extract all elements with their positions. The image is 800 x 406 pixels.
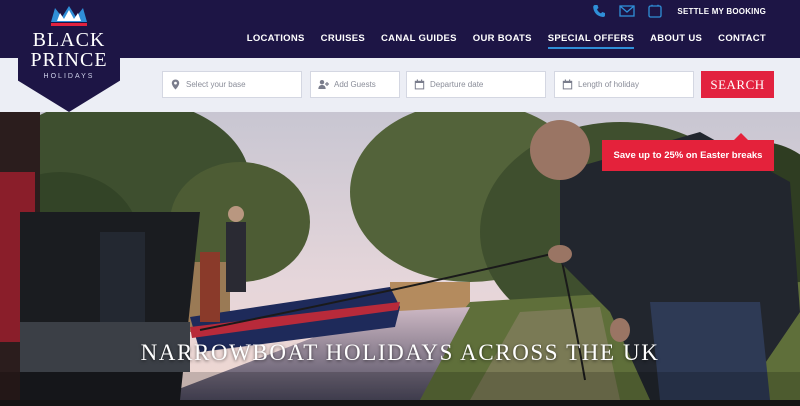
bottom-edge xyxy=(0,400,800,406)
brand-name-line2: PRINCE xyxy=(30,49,108,71)
utility-bar: SETTLE MY BOOKING xyxy=(591,3,766,19)
add-person-icon xyxy=(318,80,329,89)
nav-item-contact[interactable]: CONTACT xyxy=(718,33,766,49)
nav-item-our-boats[interactable]: OUR BOATS xyxy=(473,33,532,49)
base-input[interactable] xyxy=(186,80,286,89)
phone-icon[interactable] xyxy=(591,4,607,18)
calendar-icon xyxy=(562,79,573,90)
header: SETTLE MY BOOKING LOCATIONS CRUISES CANA… xyxy=(0,0,800,58)
booking-icon[interactable] xyxy=(647,4,663,18)
mail-icon[interactable] xyxy=(619,4,636,18)
nav-item-locations[interactable]: LOCATIONS xyxy=(247,33,305,49)
settle-my-booking-link[interactable]: SETTLE MY BOOKING xyxy=(677,7,766,16)
promo-badge[interactable]: Save up to 25% on Easter breaks xyxy=(602,133,774,171)
brand-tagline: HOLIDAYS xyxy=(43,73,95,80)
nav-item-special-offers[interactable]: SPECIAL OFFERS xyxy=(547,33,635,49)
hero-headline: NARROWBOAT HOLIDAYS ACROSS THE UK xyxy=(140,340,660,365)
search-button[interactable]: SEARCH xyxy=(701,71,774,98)
main-nav: LOCATIONS CRUISES CANAL GUIDES OUR BOATS… xyxy=(247,33,766,49)
guests-select[interactable] xyxy=(310,71,434,98)
booking-search-bar: SEARCH xyxy=(0,58,800,112)
brand-name-line1: BLACK xyxy=(32,29,106,51)
nav-item-canal-guides[interactable]: CANAL GUIDES xyxy=(381,33,457,49)
hero-banner: Save up to 25% on Easter breaks NARROWBO… xyxy=(0,112,800,400)
calendar-icon xyxy=(414,79,425,90)
nav-item-about-us[interactable]: ABOUT US xyxy=(650,33,702,49)
location-pin-icon xyxy=(171,79,180,90)
departure-date-input[interactable] xyxy=(430,80,530,89)
holiday-length-select[interactable] xyxy=(554,71,694,98)
holiday-length-input[interactable] xyxy=(578,80,678,89)
base-select[interactable] xyxy=(162,71,302,98)
nav-item-cruises[interactable]: CRUISES xyxy=(321,33,365,49)
crown-icon xyxy=(51,6,87,26)
departure-date-picker[interactable] xyxy=(406,71,546,98)
